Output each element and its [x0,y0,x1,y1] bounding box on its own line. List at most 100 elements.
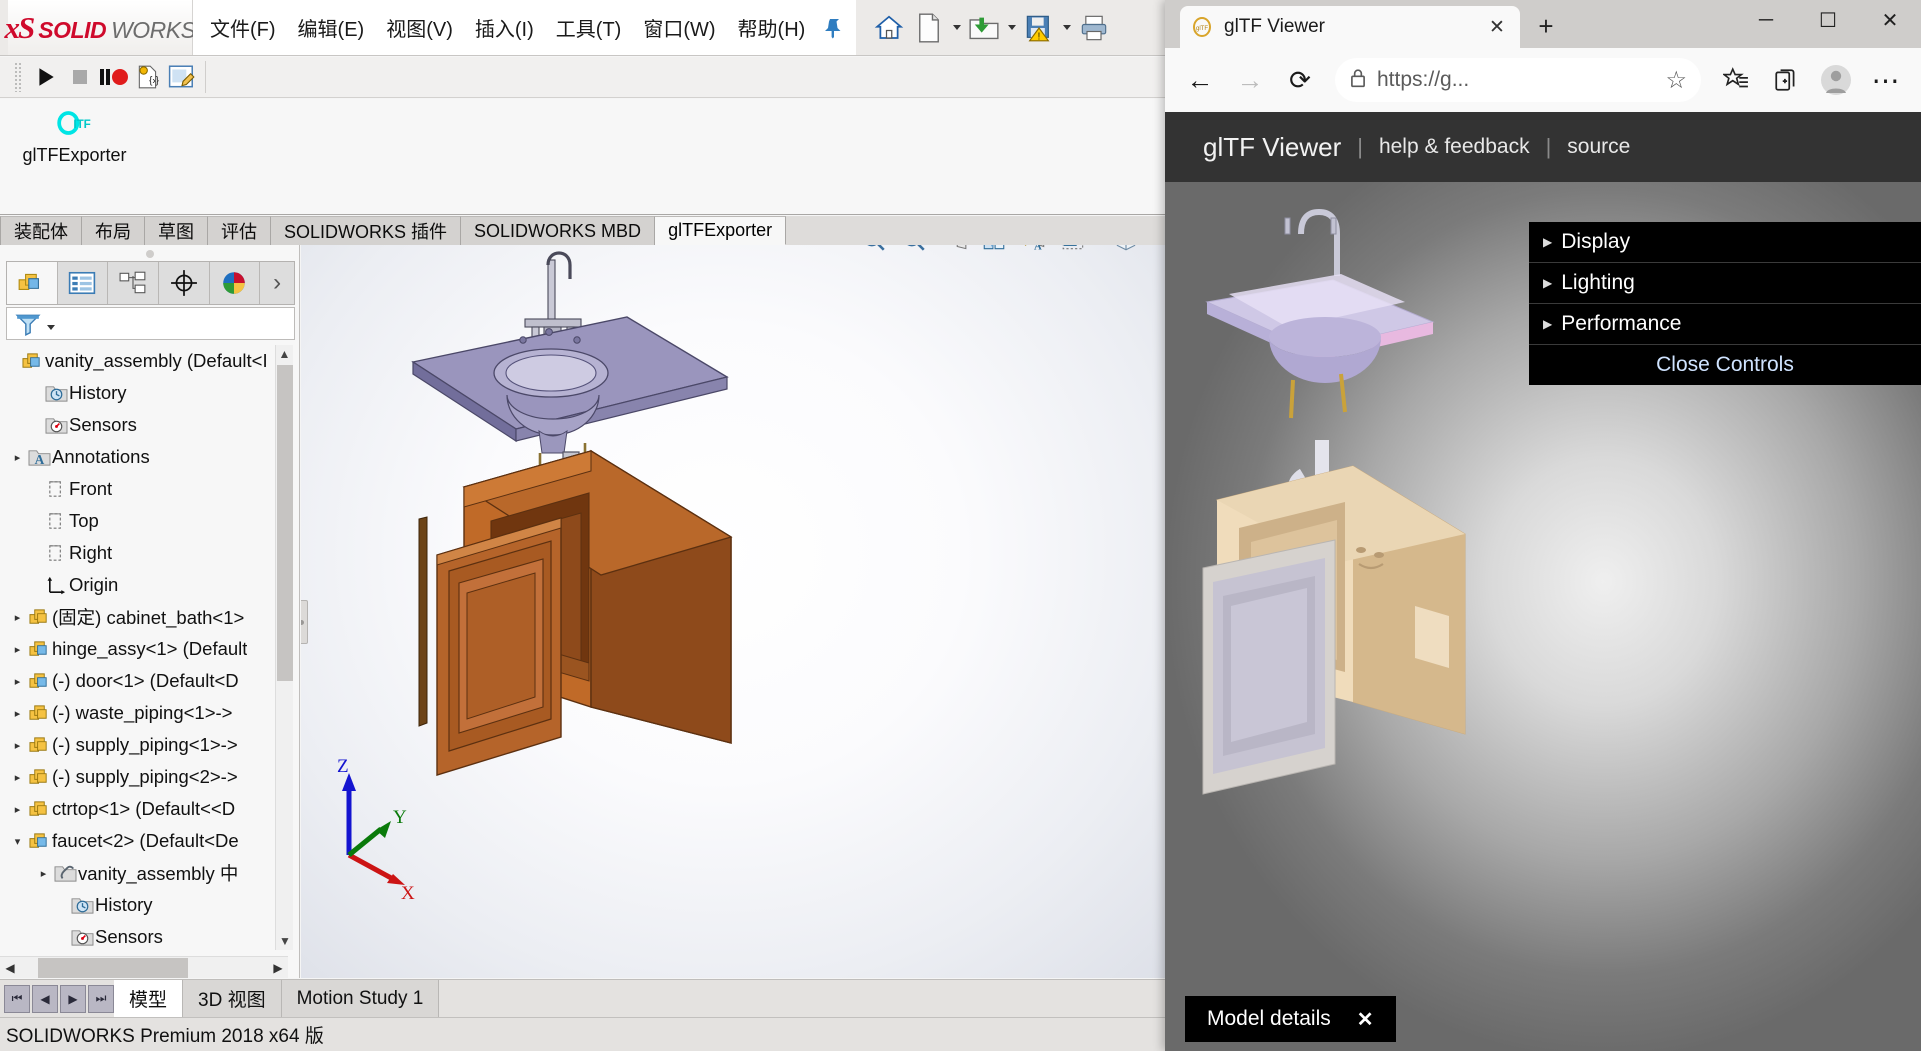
tree-row[interactable]: Origin [0,569,288,601]
tree-row[interactable]: Right [0,537,288,569]
scrollbar-thumb[interactable] [38,957,188,978]
tree-collapse-arrow[interactable]: ▾ [9,835,26,848]
tree-filter-box[interactable] [6,307,295,340]
display-manager-tab[interactable] [210,262,261,304]
zoom-to-area-icon[interactable] [896,245,932,258]
tree-expand-arrow[interactable]: ▸ [9,803,26,816]
next-tab-button[interactable]: ▶ [60,984,86,1013]
configuration-manager-tab[interactable] [108,262,159,304]
close-window-button[interactable]: ✕ [1859,0,1921,40]
browser-tab-gltf-viewer[interactable]: glTF glTF Viewer ✕ [1180,6,1520,48]
tree-vertical-scrollbar[interactable]: ▲ ▼ [275,345,293,950]
tab-layout[interactable]: 布局 [82,216,145,245]
previous-view-icon[interactable] [936,245,972,258]
menu-file[interactable]: 文件(F) [199,9,287,46]
tree-row[interactable]: Sensors [0,921,288,950]
tab-solidworks-mbd[interactable]: SOLIDWORKS MBD [461,216,656,245]
tree-expand-arrow[interactable]: ▸ [9,611,26,624]
chevron-right-icon[interactable]: › [260,262,294,304]
property-manager-tab[interactable] [58,262,109,304]
tree-row[interactable]: Top [0,505,288,537]
close-icon[interactable]: ✕ [1484,14,1510,40]
favorites-icon[interactable] [1713,57,1759,103]
tab-gltf-exporter[interactable]: glTFExporter [655,216,787,245]
panel-collapse-tab[interactable] [301,600,308,644]
controls-section-performance[interactable]: ▶ Performance [1529,304,1921,345]
tree-row[interactable]: vanity_assembly (Default<I [0,345,288,377]
new-document-caret-icon[interactable] [950,8,963,48]
source-link[interactable]: source [1567,135,1630,159]
help-and-feedback-link[interactable]: help & feedback [1379,135,1530,159]
tree-row[interactable]: ▸ hinge_assy<1> (Default [0,633,288,665]
back-button[interactable]: ← [1177,57,1223,103]
save-warning-icon[interactable]: ! [1020,8,1058,48]
model-details-button[interactable]: Model details ✕ [1185,996,1396,1042]
tree-row[interactable]: History [0,889,288,921]
graphics-viewport[interactable]: A Z X Y [301,245,1175,978]
last-tab-button[interactable]: ⏭ [88,984,114,1013]
cad-model-exploded-vanity[interactable]: Z X Y [301,245,1175,978]
tree-row[interactable]: History [0,377,288,409]
home-icon[interactable] [870,8,908,48]
collections-icon[interactable] [1763,57,1809,103]
tree-expand-arrow[interactable]: ▸ [9,771,26,784]
prev-tab-button[interactable]: ◀ [32,984,58,1013]
close-icon[interactable]: ✕ [1357,1007,1374,1032]
tree-row[interactable]: ▾ faucet<2> (Default<De [0,825,288,857]
controls-section-display[interactable]: ▶ Display [1529,222,1921,263]
first-tab-button[interactable]: ⏮ [4,984,30,1013]
tree-horizontal-scrollbar[interactable]: ◀ ▶ [0,956,288,978]
save-caret-icon[interactable] [1060,8,1073,48]
menu-insert[interactable]: 插入(I) [464,9,545,46]
hide-show-items-icon[interactable] [1108,245,1144,258]
display-style-icon[interactable] [1056,245,1092,258]
tree-expand-arrow[interactable]: ▸ [9,643,26,656]
tree-row[interactable]: Front [0,473,288,505]
stop-icon[interactable] [63,60,97,94]
scroll-up-arrow[interactable]: ▲ [276,345,293,363]
new-document-icon[interactable] [910,8,948,48]
view-orientation-flash-icon[interactable]: A [1016,245,1052,258]
tree-expand-arrow[interactable]: ▸ [35,867,52,880]
menu-view[interactable]: 视图(V) [375,9,464,46]
dimxpert-manager-tab[interactable] [159,262,210,304]
tree-row[interactable]: ▸ (固定) cabinet_bath<1> [0,601,288,633]
forward-button[interactable]: → [1227,57,1273,103]
maximize-button[interactable]: ☐ [1797,0,1859,40]
print-icon[interactable] [1075,8,1113,48]
bottom-tab-motion-study[interactable]: Motion Study 1 [281,980,440,1017]
tree-row[interactable]: ▸ (-) supply_piping<2>-> [0,761,288,793]
close-controls-button[interactable]: Close Controls [1529,345,1921,385]
address-bar[interactable]: https://g... ☆ [1335,58,1701,102]
tree-expand-arrow[interactable]: ▸ [9,739,26,752]
feature-manager-tab[interactable] [7,262,58,304]
tab-sketch[interactable]: 草图 [145,216,208,245]
bottom-tab-model[interactable]: 模型 [114,980,184,1017]
tree-row[interactable]: ▸ A Annotations [0,441,288,473]
animation-wizard-icon[interactable]: {›} [131,60,165,94]
tree-row[interactable]: ▸ (-) supply_piping<1>-> [0,729,288,761]
profile-avatar-icon[interactable] [1813,57,1859,103]
open-folder-icon[interactable] [965,8,1003,48]
zoom-to-fit-icon[interactable] [856,245,892,258]
tab-evaluate[interactable]: 评估 [208,216,271,245]
open-folder-caret-icon[interactable] [1005,8,1018,48]
tree-expand-arrow[interactable]: ▸ [9,675,26,688]
scroll-down-arrow[interactable]: ▼ [276,932,294,950]
toolbar-grip[interactable] [14,62,23,92]
scroll-left-arrow[interactable]: ◀ [0,961,20,975]
tree-expand-arrow[interactable]: ▸ [9,451,26,464]
play-icon[interactable] [29,60,63,94]
tree-row[interactable]: ▸ vanity_assembly 中 [0,857,288,889]
menu-tools[interactable]: 工具(T) [545,9,633,46]
tree-expand-arrow[interactable]: ▸ [9,707,26,720]
menu-edit[interactable]: 编辑(E) [287,9,376,46]
pause-record-icon[interactable] [97,60,131,94]
controls-section-lighting[interactable]: ▶ Lighting [1529,263,1921,304]
tree-row[interactable]: Sensors [0,409,288,441]
bottom-tab-3d-views[interactable]: 3D 视图 [183,980,282,1017]
tab-assembly[interactable]: 装配体 [0,216,82,245]
pushpin-icon[interactable] [816,0,851,55]
gltf-exporter-button[interactable]: ITF glTFExporter [22,109,127,166]
chevron-down-icon[interactable] [47,325,55,330]
